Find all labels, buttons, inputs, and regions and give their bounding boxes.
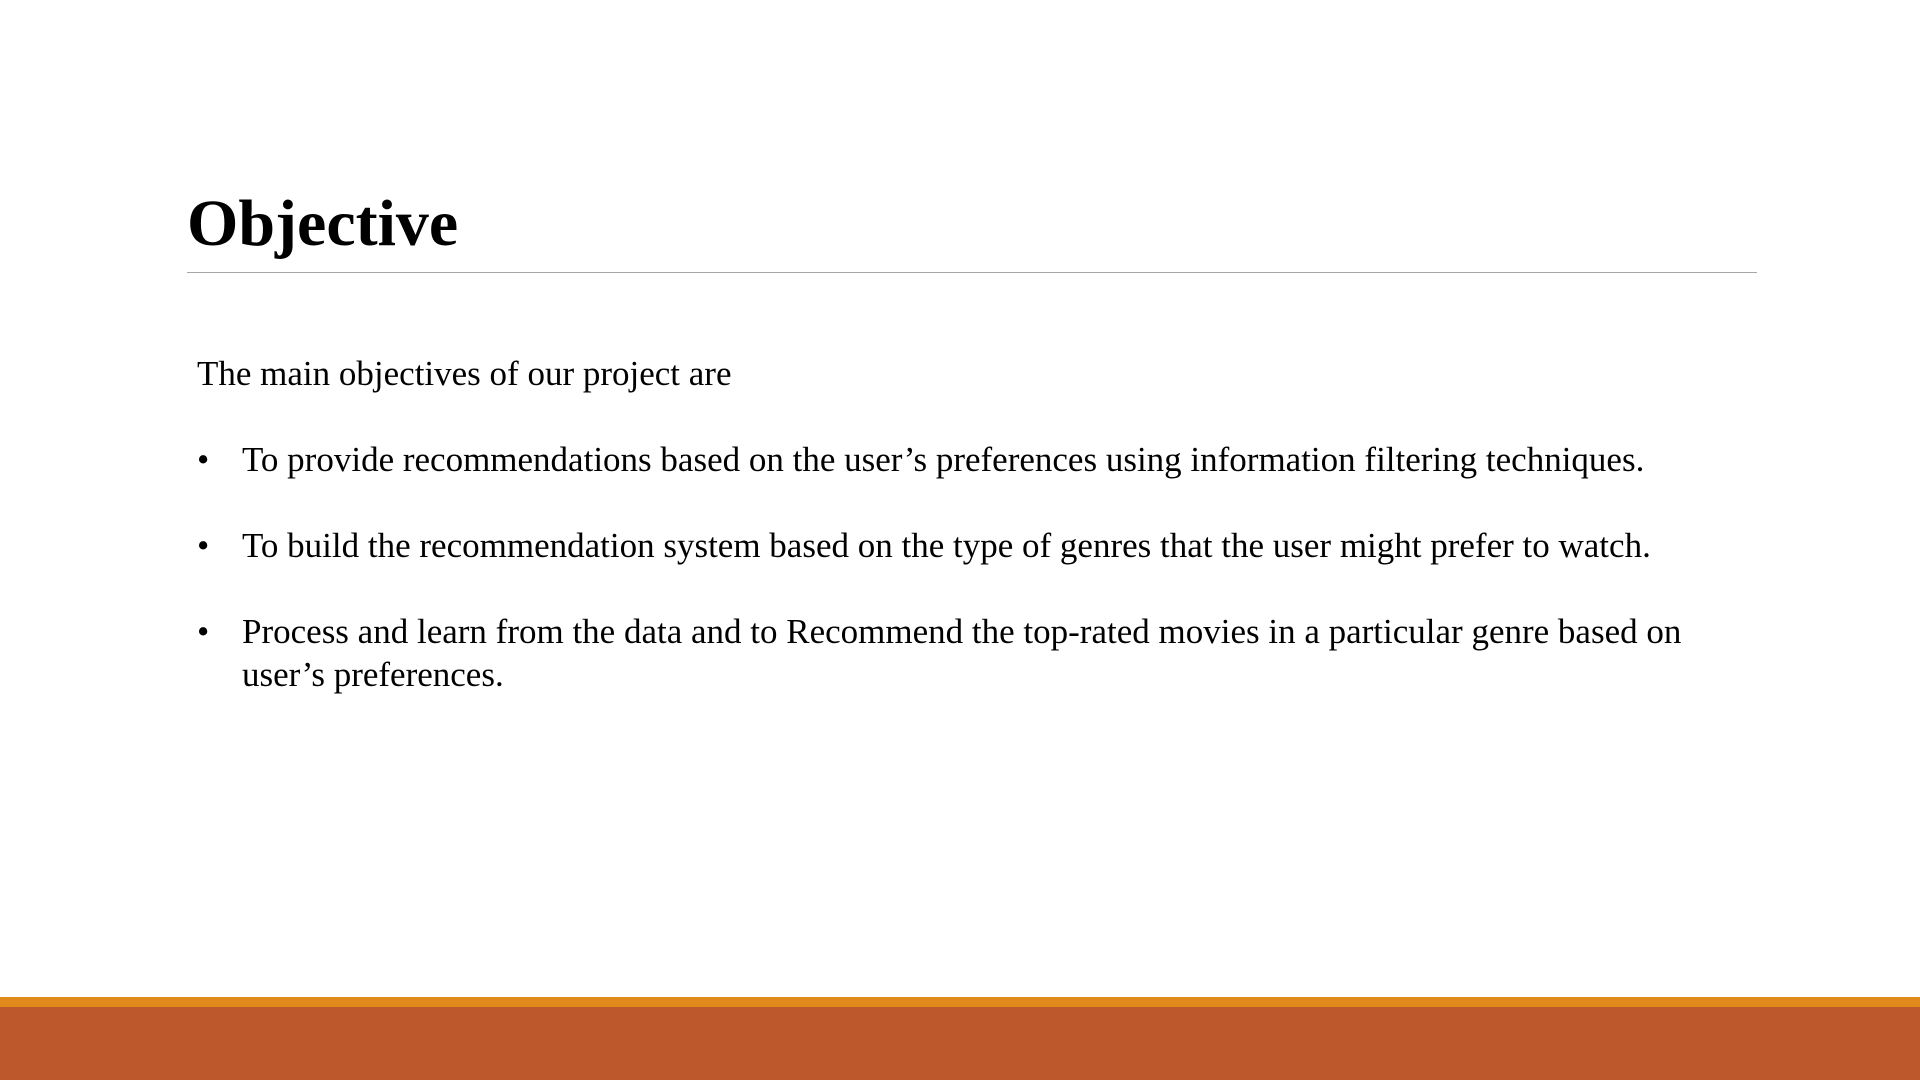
slide: Objective The main objectives of our pro… — [0, 0, 1920, 1080]
objective-item-2: • To build the recommendation system bas… — [197, 524, 1757, 567]
footer-band — [0, 1007, 1920, 1080]
objective-text-3: Process and learn from the data and to R… — [242, 612, 1682, 694]
objective-item-1: • To provide recommendations based on th… — [197, 438, 1757, 481]
objectives-list: • To provide recommendations based on th… — [197, 438, 1757, 696]
slide-title: Objective — [187, 187, 459, 260]
objective-item-3: • Process and learn from the data and to… — [197, 610, 1757, 696]
objective-text-1: To provide recommendations based on the … — [242, 440, 1645, 479]
intro-text: The main objectives of our project are — [197, 354, 732, 393]
bullet-icon: • — [197, 612, 210, 651]
bullet-icon: • — [197, 526, 210, 565]
title-divider — [187, 272, 1757, 273]
footer-accent-stripe — [0, 997, 1920, 1007]
slide-body: The main objectives of our project are •… — [197, 352, 1757, 739]
objective-text-2: To build the recommendation system based… — [242, 526, 1651, 565]
bullet-icon: • — [197, 440, 210, 479]
